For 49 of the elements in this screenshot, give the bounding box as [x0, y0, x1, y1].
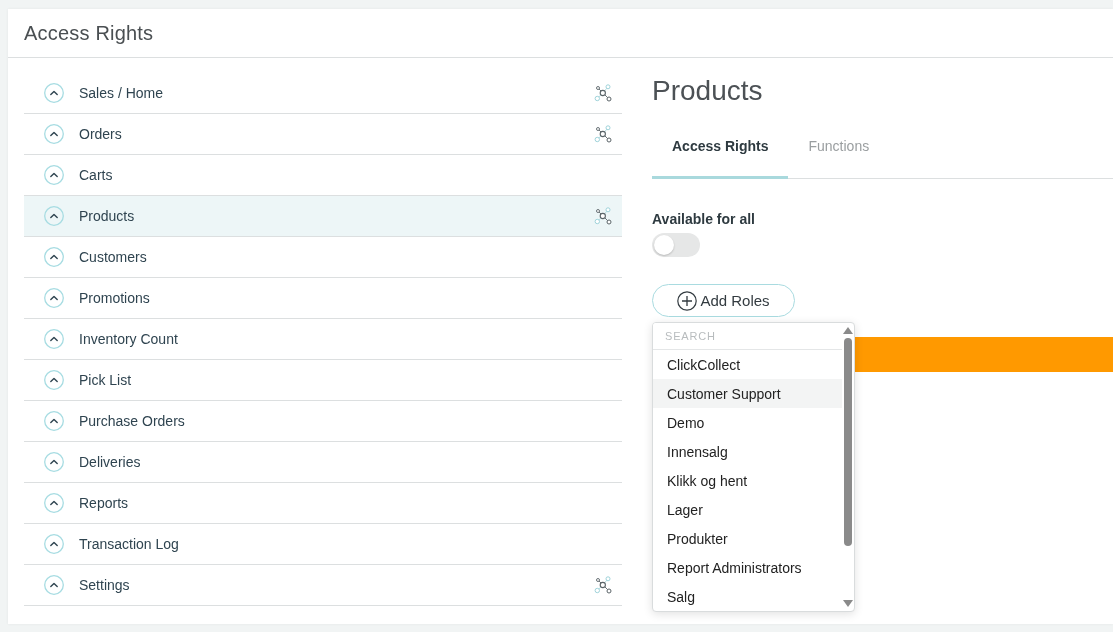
node-graph-icon[interactable]: [594, 84, 612, 102]
module-list-item[interactable]: Products: [24, 196, 622, 237]
toggle-switch[interactable]: [652, 233, 700, 257]
role-option[interactable]: Klikk og hent: [653, 466, 842, 495]
module-list-item[interactable]: Inventory Count: [24, 319, 622, 360]
module-list-item[interactable]: Deliveries: [24, 442, 622, 483]
chevron-up-circle-icon[interactable]: [44, 575, 64, 595]
add-roles-button[interactable]: Add Roles: [652, 284, 795, 317]
module-list-item[interactable]: Purchase Orders: [24, 401, 622, 442]
role-option[interactable]: Customer Support: [653, 379, 842, 408]
module-list-item[interactable]: Promotions: [24, 278, 622, 319]
chevron-up-circle-icon[interactable]: [44, 83, 64, 103]
module-list-item[interactable]: Pick List: [24, 360, 622, 401]
tab[interactable]: Access Rights: [652, 115, 789, 179]
module-list-item[interactable]: Settings: [24, 565, 622, 606]
chevron-up-circle-icon[interactable]: [44, 206, 64, 226]
node-graph-icon[interactable]: [594, 576, 612, 594]
node-graph-icon[interactable]: [594, 207, 612, 225]
plus-circle-icon: [677, 290, 698, 311]
module-list-item[interactable]: Reports: [24, 483, 622, 524]
role-option[interactable]: Report Administrators: [653, 553, 842, 582]
chevron-up-circle-icon[interactable]: [44, 534, 64, 554]
chevron-up-circle-icon[interactable]: [44, 493, 64, 513]
module-list-item[interactable]: Transaction Log: [24, 524, 622, 565]
role-option[interactable]: Salg: [653, 582, 842, 611]
toggle-label: Available for all: [652, 211, 755, 227]
chevron-up-circle-icon[interactable]: [44, 124, 64, 144]
module-list-item[interactable]: Customers: [24, 237, 622, 278]
chevron-up-circle-icon[interactable]: [44, 247, 64, 267]
scrollbar-thumb[interactable]: [844, 338, 852, 546]
scroll-up-arrow-icon[interactable]: [843, 327, 853, 334]
module-list-item[interactable]: Orders: [24, 114, 622, 155]
page-title: Access Rights: [24, 21, 154, 45]
role-option[interactable]: Demo: [653, 408, 842, 437]
chevron-up-circle-icon[interactable]: [44, 288, 64, 308]
search-field[interactable]: SEARCH: [653, 323, 842, 350]
role-option[interactable]: Innensalg: [653, 437, 842, 466]
chevron-up-circle-icon[interactable]: [44, 411, 64, 431]
role-option[interactable]: ClickCollect: [653, 350, 842, 379]
module-list-item[interactable]: Sales / Home: [24, 73, 622, 114]
chevron-up-circle-icon[interactable]: [44, 452, 64, 472]
section-title: Products: [652, 74, 763, 108]
role-option[interactable]: Produkter: [653, 524, 842, 553]
chevron-up-circle-icon[interactable]: [44, 329, 64, 349]
scroll-down-arrow-icon[interactable]: [843, 600, 853, 607]
role-option[interactable]: Lager: [653, 495, 842, 524]
chevron-up-circle-icon[interactable]: [44, 165, 64, 185]
chevron-up-circle-icon[interactable]: [44, 370, 64, 390]
node-graph-icon[interactable]: [594, 125, 612, 143]
